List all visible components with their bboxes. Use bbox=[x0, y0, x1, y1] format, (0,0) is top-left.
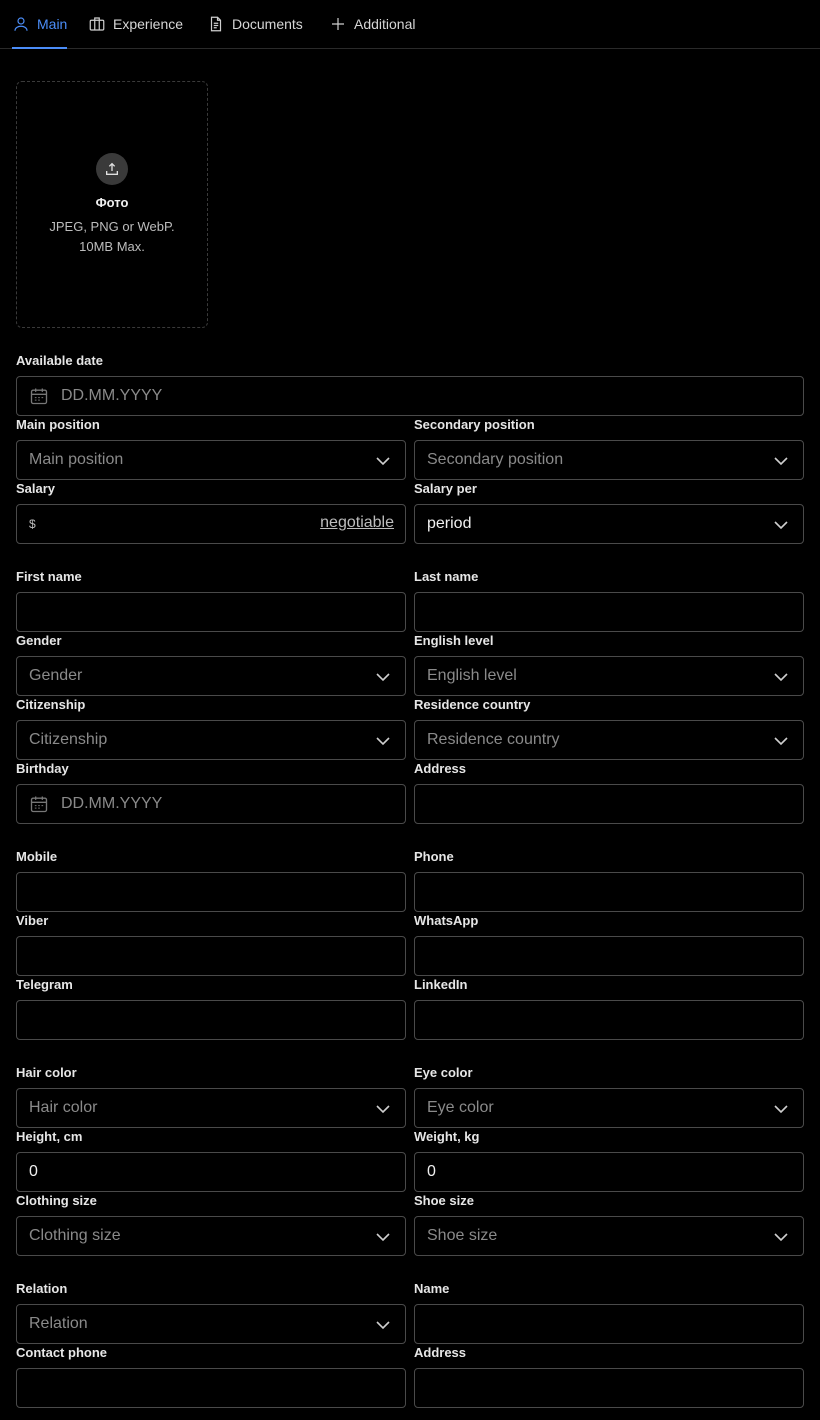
gender-label: Gender bbox=[16, 633, 62, 648]
tab-label: Documents bbox=[232, 16, 303, 32]
upload-icon bbox=[96, 153, 128, 185]
citizenship-label: Citizenship bbox=[16, 697, 86, 712]
chevron-down-icon bbox=[376, 1233, 390, 1242]
contact-address-input[interactable] bbox=[414, 1368, 804, 1408]
telegram-input[interactable] bbox=[16, 1000, 406, 1040]
last-name-input[interactable] bbox=[414, 592, 804, 632]
chevron-down-icon bbox=[376, 1321, 390, 1330]
contact-address-label: Address bbox=[414, 1345, 467, 1360]
telegram-label: Telegram bbox=[16, 977, 73, 992]
main-position-label: Main position bbox=[16, 417, 100, 432]
chevron-down-icon bbox=[774, 673, 788, 682]
eye-color-select[interactable]: Eye color bbox=[414, 1088, 804, 1128]
photo-upload[interactable]: Фото JPEG, PNG or WebP. 10MB Max. bbox=[16, 81, 208, 328]
salary-per-select[interactable]: period bbox=[414, 504, 804, 544]
whatsapp-input[interactable] bbox=[414, 936, 804, 976]
clothing-size-label: Clothing size bbox=[16, 1193, 97, 1208]
tab-additional[interactable]: Additional bbox=[329, 0, 416, 48]
relation-select[interactable]: Relation bbox=[16, 1304, 406, 1344]
whatsapp-label: WhatsApp bbox=[414, 913, 479, 928]
chevron-down-icon bbox=[774, 1233, 788, 1242]
calendar-icon bbox=[30, 796, 48, 813]
weight-label: Weight, kg bbox=[414, 1129, 480, 1144]
currency-symbol: $ bbox=[29, 517, 36, 531]
negotiable-link[interactable]: negotiable bbox=[320, 514, 394, 532]
salary-label: Salary bbox=[16, 481, 56, 496]
viber-label: Viber bbox=[16, 913, 49, 928]
tab-label: Experience bbox=[113, 16, 184, 32]
viber-input[interactable] bbox=[16, 936, 406, 976]
available-date-input[interactable]: DD.MM.YYYY bbox=[16, 376, 804, 416]
contact-name-input[interactable] bbox=[414, 1304, 804, 1344]
tab-documents[interactable]: Documents bbox=[207, 0, 303, 48]
residence-country-label: Residence country bbox=[414, 697, 531, 712]
linkedin-input[interactable] bbox=[414, 1000, 804, 1040]
salary-input[interactable]: $ negotiable bbox=[16, 504, 406, 544]
residence-country-select[interactable]: Residence country bbox=[414, 720, 804, 760]
photo-hint: JPEG, PNG or WebP. 10MB Max. bbox=[49, 219, 175, 254]
first-name-label: First name bbox=[16, 569, 82, 584]
tab-label: Additional bbox=[354, 16, 416, 32]
phone-label: Phone bbox=[414, 849, 454, 864]
last-name-label: Last name bbox=[414, 569, 479, 584]
height-input[interactable]: 0 bbox=[16, 1152, 406, 1192]
contact-phone-label: Contact phone bbox=[16, 1345, 107, 1360]
chevron-down-icon bbox=[376, 673, 390, 682]
phone-input[interactable] bbox=[414, 872, 804, 912]
relation-label: Relation bbox=[16, 1281, 68, 1296]
mobile-input[interactable] bbox=[16, 872, 406, 912]
secondary-position-label: Secondary position bbox=[414, 417, 535, 432]
mobile-label: Mobile bbox=[16, 849, 58, 864]
address-label: Address bbox=[414, 761, 467, 776]
linkedin-label: LinkedIn bbox=[414, 977, 468, 992]
chevron-down-icon bbox=[774, 521, 788, 530]
secondary-position-select[interactable]: Secondary position bbox=[414, 440, 804, 480]
chevron-down-icon bbox=[774, 1105, 788, 1114]
english-level-select[interactable]: English level bbox=[414, 656, 804, 696]
tab-label: Main bbox=[37, 16, 68, 32]
tab-experience[interactable]: Experience bbox=[88, 0, 183, 48]
photo-title: Фото bbox=[95, 195, 129, 210]
weight-input[interactable]: 0 bbox=[414, 1152, 804, 1192]
calendar-icon bbox=[30, 388, 48, 405]
birthday-input[interactable]: DD.MM.YYYY bbox=[16, 784, 406, 824]
main-position-select[interactable]: Main position bbox=[16, 440, 406, 480]
chevron-down-icon bbox=[376, 737, 390, 746]
gender-select[interactable]: Gender bbox=[16, 656, 406, 696]
clothing-size-select[interactable]: Clothing size bbox=[16, 1216, 406, 1256]
english-level-label: English level bbox=[414, 633, 494, 648]
first-name-input[interactable] bbox=[16, 592, 406, 632]
contact-phone-input[interactable] bbox=[16, 1368, 406, 1408]
hair-color-label: Hair color bbox=[16, 1065, 77, 1080]
address-input[interactable] bbox=[414, 784, 804, 824]
shoe-size-label: Shoe size bbox=[414, 1193, 474, 1208]
chevron-down-icon bbox=[376, 457, 390, 466]
briefcase-icon bbox=[89, 17, 105, 31]
contact-name-label: Name bbox=[414, 1281, 450, 1296]
tab-main[interactable]: Main bbox=[12, 0, 68, 49]
citizenship-select[interactable]: Citizenship bbox=[16, 720, 406, 760]
chevron-down-icon bbox=[376, 1105, 390, 1114]
shoe-size-select[interactable]: Shoe size bbox=[414, 1216, 804, 1256]
eye-color-label: Eye color bbox=[414, 1065, 473, 1080]
chevron-down-icon bbox=[774, 737, 788, 746]
plus-icon bbox=[332, 18, 344, 30]
user-icon bbox=[14, 17, 28, 31]
available-date-label: Available date bbox=[16, 353, 103, 368]
salary-per-label: Salary per bbox=[414, 481, 477, 496]
chevron-down-icon bbox=[774, 457, 788, 466]
tab-bar: Main Experience Documents Additional bbox=[0, 0, 820, 49]
hair-color-select[interactable]: Hair color bbox=[16, 1088, 406, 1128]
height-label: Height, cm bbox=[16, 1129, 83, 1144]
birthday-label: Birthday bbox=[16, 761, 69, 776]
document-icon bbox=[210, 16, 222, 32]
